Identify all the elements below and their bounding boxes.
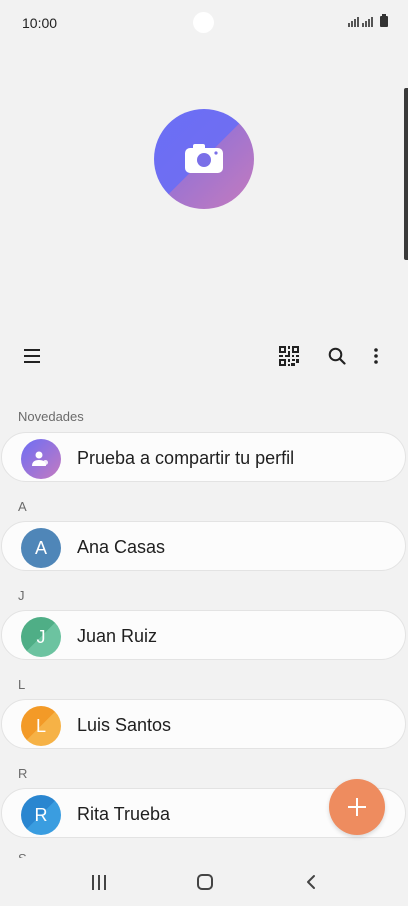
contact-name: Juan Ruiz xyxy=(77,626,158,646)
section-header-l: L xyxy=(18,677,26,692)
list-item-share-profile[interactable]: Prueba a compartir tu perfil xyxy=(1,432,406,482)
status-bar: 10:00 xyxy=(0,0,408,44)
more-vertical-icon[interactable] xyxy=(364,344,388,368)
search-icon[interactable] xyxy=(325,344,349,368)
list-item-contact[interactable]: J Juan Ruiz xyxy=(1,610,406,660)
toolbar xyxy=(0,336,408,376)
status-time: 10:00 xyxy=(22,15,58,31)
section-header-r: R xyxy=(18,766,28,781)
navigation-bar xyxy=(0,858,408,906)
battery-icon xyxy=(380,14,388,27)
qr-code-icon[interactable] xyxy=(277,344,301,368)
contact-name: Luis Santos xyxy=(77,715,172,735)
contact-name: Rita Trueba xyxy=(77,804,171,824)
avatar: L xyxy=(21,706,61,746)
section-header-novedades: Novedades xyxy=(18,409,84,424)
share-profile-icon xyxy=(21,439,61,479)
camera-icon xyxy=(185,144,223,173)
contact-name: Ana Casas xyxy=(77,537,166,557)
profile-photo[interactable] xyxy=(154,109,254,209)
avatar: J xyxy=(21,617,61,657)
avatar: A xyxy=(21,528,61,568)
signal-icon xyxy=(362,16,373,27)
edge-panel-handle[interactable] xyxy=(404,88,408,260)
section-header-a: A xyxy=(18,499,27,514)
hamburger-menu-icon[interactable] xyxy=(20,344,44,368)
contact-name: Prueba a compartir tu perfil xyxy=(77,448,295,468)
status-icons xyxy=(348,14,388,27)
list-item-contact[interactable]: A Ana Casas xyxy=(1,521,406,571)
recents-icon[interactable] xyxy=(87,872,111,892)
section-header-j: J xyxy=(18,588,25,603)
signal-icon xyxy=(348,16,359,27)
home-icon[interactable] xyxy=(193,872,217,892)
front-camera xyxy=(193,12,214,33)
add-contact-button[interactable] xyxy=(329,779,385,835)
list-item-contact[interactable]: L Luis Santos xyxy=(1,699,406,749)
back-icon[interactable] xyxy=(299,872,323,892)
plus-icon xyxy=(348,798,366,816)
avatar: R xyxy=(21,795,61,835)
